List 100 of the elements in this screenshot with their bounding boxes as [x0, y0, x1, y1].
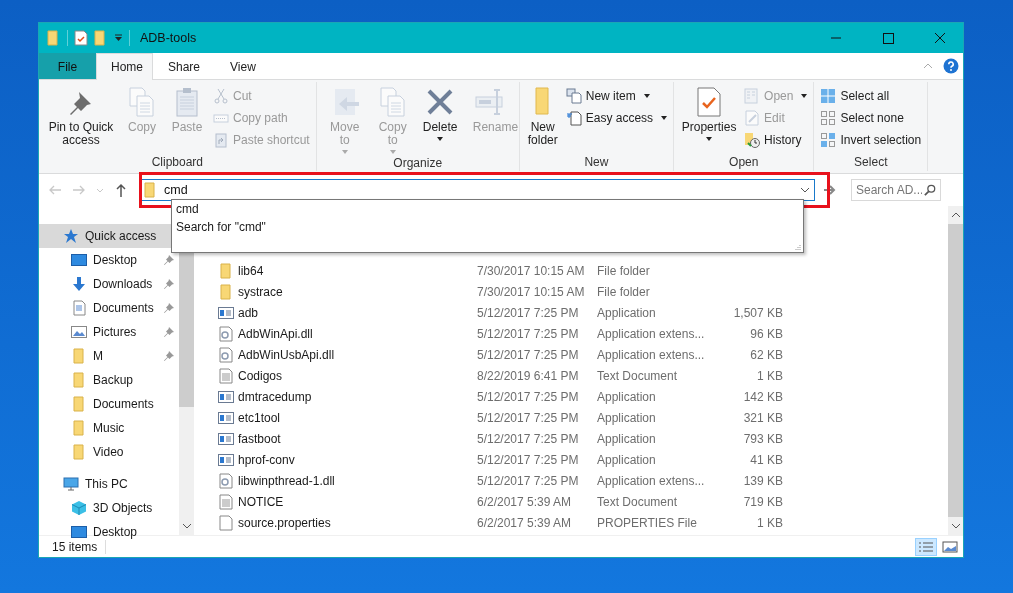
ribbon-button[interactable]: Pin to Quick access	[43, 84, 119, 149]
edit-icon	[744, 110, 761, 126]
date-cell-text: 6/2/2017 5:39 AM	[477, 494, 573, 509]
date-cell-text: 5/12/2017 7:25 PM	[477, 410, 580, 425]
dropdown-icon[interactable]	[114, 34, 123, 42]
download-icon	[71, 276, 87, 292]
shortcut-icon	[213, 132, 229, 148]
caret-icon	[706, 137, 713, 141]
ribbon-button[interactable]: New folder	[523, 84, 562, 149]
file-name-cell[interactable]: hprof-conv	[218, 451, 477, 468]
size-cell-text: 41 KB	[749, 452, 783, 467]
nav-item[interactable]: Video	[39, 440, 179, 464]
document-icon	[71, 300, 87, 316]
file-name-cell[interactable]: adb	[218, 304, 477, 321]
nav-item[interactable]: Music	[39, 416, 179, 440]
nav-item[interactable]: Downloads	[39, 272, 179, 296]
file-name-cell[interactable]: fastboot	[218, 430, 477, 447]
ribbon-button[interactable]: History	[742, 131, 810, 149]
date-cell-text: 8/22/2019 6:41 PM	[477, 368, 580, 383]
suggestion-item[interactable]: Search for "cmd"	[176, 218, 803, 236]
address-field[interactable]: cmd	[164, 183, 794, 197]
invert-selection-icon	[820, 132, 837, 148]
date-cell-text: 7/30/2017 10:15 AM	[477, 263, 586, 278]
type-cell-text: Application	[597, 410, 657, 425]
ribbon-button[interactable]: Properties	[678, 84, 741, 143]
ribbon-button[interactable]: Select none	[818, 109, 924, 127]
type-cell-text: File folder	[597, 284, 651, 299]
cube-icon	[71, 500, 87, 516]
caret-icon	[389, 150, 396, 154]
size-cell-text: 1 KB	[756, 515, 783, 530]
nav-item[interactable]: Documents	[39, 296, 179, 320]
go-arrow-icon[interactable]	[823, 184, 837, 196]
folder-icon	[71, 420, 87, 436]
scroll-up-icon[interactable]	[950, 212, 961, 218]
nav-item[interactable]: Desktop	[39, 248, 179, 272]
nav-item[interactable]: 3D Objects	[39, 496, 179, 520]
file-name-cell[interactable]: source.properties	[218, 514, 477, 531]
type-cell-text: Text Document	[597, 368, 679, 383]
ribbon-button[interactable]: New item	[563, 87, 670, 105]
nav-item[interactable]: Pictures	[39, 320, 179, 344]
date-cell-text: 5/12/2017 7:25 PM	[477, 452, 580, 467]
group-label: Clipboard	[150, 155, 205, 171]
chevron-icon[interactable]	[800, 187, 810, 193]
scroll-down-icon[interactable]	[181, 523, 192, 529]
ribbon-button[interactable]: Easy access	[563, 109, 670, 127]
ribbon-tab[interactable]: Home	[96, 53, 153, 80]
type-cell-text: Text Document	[597, 494, 679, 509]
nav-item[interactable]: M	[39, 344, 179, 368]
details-view-icon	[918, 540, 934, 553]
details-view-button[interactable]	[915, 537, 937, 556]
application-icon	[218, 388, 234, 405]
resize-grip-icon[interactable]	[795, 244, 801, 250]
ribbon-button[interactable]: Delete	[416, 84, 463, 143]
size-cell-text: 142 KB	[742, 389, 783, 404]
open-icon	[744, 88, 761, 104]
file-name-cell[interactable]: lib64	[218, 262, 477, 279]
easy-access-icon	[565, 110, 582, 126]
file-name-cell[interactable]: dmtracedump	[218, 388, 477, 405]
search-box[interactable]: Search AD...	[851, 179, 941, 201]
file-name-cell[interactable]: Codigos	[218, 367, 477, 384]
folder-icon	[218, 283, 234, 300]
nav-item[interactable]: This PC	[39, 472, 179, 496]
nav-item[interactable]: Backup	[39, 368, 179, 392]
scrollbar-thumb[interactable]	[948, 224, 963, 517]
thumbnail-view-icon	[942, 540, 958, 553]
file-name-cell[interactable]: etc1tool	[218, 409, 477, 426]
ribbon-button[interactable]: Select all	[818, 87, 924, 105]
type-cell-text: Application extens...	[597, 347, 706, 362]
properties-icon[interactable]	[74, 30, 88, 46]
file-name-cell[interactable]: AdbWinApi.dll	[218, 325, 477, 342]
ribbon-button[interactable]: Invert selection	[818, 131, 924, 149]
type-cell-text: Application extens...	[597, 473, 706, 488]
scroll-down-icon[interactable]	[950, 523, 961, 529]
desktop-icon	[71, 524, 87, 540]
file-tab[interactable]: File	[39, 53, 96, 79]
type-cell-text: Application	[597, 452, 657, 467]
suggestion-item[interactable]: cmd	[176, 200, 803, 218]
size-cell-text: 793 KB	[742, 431, 783, 446]
file-name-cell[interactable]: AdbWinUsbApi.dll	[218, 346, 477, 363]
window-title: ADB-tools	[140, 31, 197, 45]
search-field[interactable]: Search AD...	[856, 183, 922, 197]
date-cell-text: 6/2/2017 5:39 AM	[477, 515, 573, 530]
file-name-cell[interactable]: libwinpthread-1.dll	[218, 472, 477, 489]
select-none-icon	[820, 110, 837, 126]
folder-icon	[144, 182, 158, 198]
size-cell-text: 321 KB	[742, 410, 783, 425]
folder-icon	[71, 348, 87, 364]
nav-item[interactable]: Documents	[39, 392, 179, 416]
folder-icon[interactable]	[47, 30, 61, 46]
caret-icon	[661, 116, 668, 120]
file-name-cell[interactable]: NOTICE	[218, 493, 477, 510]
star-icon	[63, 228, 79, 244]
type-cell-text: PROPERTIES File	[597, 515, 698, 530]
folder-icon[interactable]	[94, 30, 108, 46]
folder-icon	[71, 372, 87, 388]
picture-icon	[71, 324, 87, 340]
collapse-ribbon-icon[interactable]	[923, 63, 933, 69]
file-name-cell[interactable]: systrace	[218, 283, 477, 300]
help-icon[interactable]	[943, 58, 959, 74]
size-cell-text: 1,507 KB	[732, 305, 783, 320]
